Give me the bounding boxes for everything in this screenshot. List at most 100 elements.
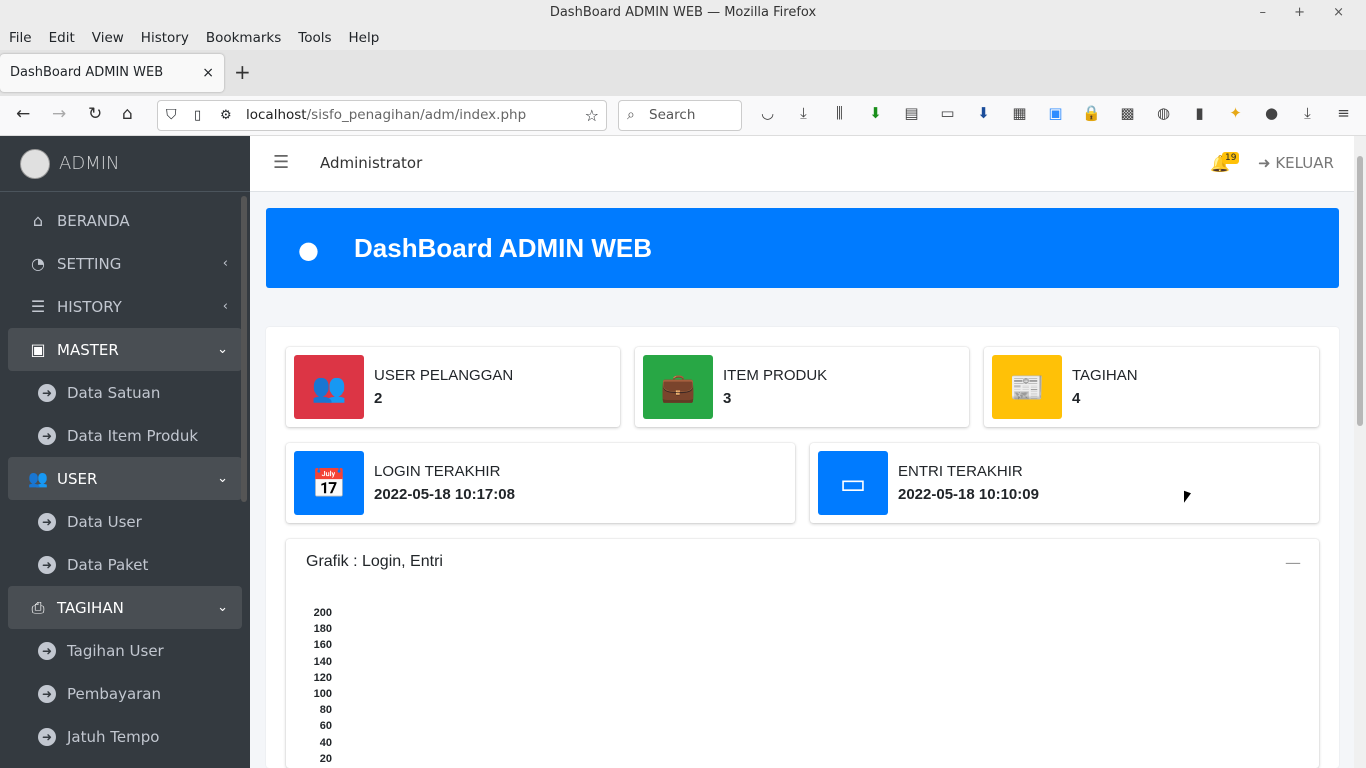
chevron-left-icon: ‹ — [222, 299, 228, 314]
qr-code-icon[interactable]: ▩ — [1116, 104, 1139, 124]
forward-icon[interactable]: → — [52, 104, 66, 124]
sidebar-subitem-label: Data Satuan — [67, 383, 161, 402]
menu-file[interactable]: File — [9, 30, 32, 46]
extension-note-icon[interactable]: ▤ — [900, 104, 923, 124]
menu-help[interactable]: Help — [349, 30, 380, 46]
page-scrollbar-thumb[interactable] — [1357, 156, 1363, 426]
current-user-label: Administrator — [320, 154, 423, 172]
info-box-label: USER PELANGGAN — [374, 367, 514, 384]
sidebar-subitem-data-item-produk[interactable]: ➜ Data Item Produk — [8, 414, 242, 457]
sidebar-subitem-data-paket[interactable]: ➜ Data Paket — [8, 543, 242, 586]
info-box-value: 4 — [1072, 390, 1081, 407]
sidebar-subitem-jatuh-tempo[interactable]: ➜ Jatuh Tempo — [8, 715, 242, 758]
tab-bar: DashBoard ADMIN WEB × + — [0, 50, 1366, 96]
circle-arrow-icon: ➜ — [38, 512, 56, 531]
reload-icon[interactable]: ↻ — [88, 104, 102, 124]
hamburger-menu-icon[interactable]: ☰ — [273, 152, 289, 173]
circle-arrow-icon: ➜ — [38, 727, 56, 746]
extension-box-icon[interactable]: ▮ — [1188, 104, 1211, 124]
sidebar-subitem-data-satuan[interactable]: ➜ Data Satuan — [8, 371, 242, 414]
url-bar[interactable]: ⛉ ▯ ⚙ localhost/sisfo_penagihan/adm/inde… — [157, 100, 607, 131]
extension-green-arrow-icon[interactable]: ⬇ — [864, 104, 887, 124]
permissions-icon[interactable]: ⚙ — [220, 101, 232, 130]
users-icon: 👥 — [28, 469, 48, 488]
info-box-entri-terakhir: ▭ ENTRI TERAKHIR 2022-05-18 10:10:09 — [810, 443, 1319, 523]
sidebar-subitem-label: Tagihan User — [67, 641, 164, 660]
info-box-label: ENTRI TERAKHIR — [898, 463, 1023, 480]
downloads-icon[interactable]: ⤓ — [1296, 104, 1319, 124]
browser-tab[interactable]: DashBoard ADMIN WEB × — [0, 54, 224, 92]
sidebar-subitem-data-user[interactable]: ➜ Data User — [8, 500, 242, 543]
info-box-tagihan: 📰 TAGIHAN 4 — [984, 347, 1319, 427]
circle-arrow-icon: ➜ — [38, 426, 56, 445]
library-icon[interactable]: ⫼ — [828, 104, 851, 124]
logout-button[interactable]: ➜ KELUAR — [1258, 154, 1334, 172]
globe-icon[interactable]: ◍ — [1152, 104, 1175, 124]
sidebar-subitem-label: Data User — [67, 512, 142, 531]
sidebar-subitem-label: Data Paket — [67, 555, 149, 574]
user-icon: ● — [298, 236, 319, 264]
sidebar-item-label: TAGIHAN — [57, 598, 124, 617]
tab-close-icon[interactable]: × — [202, 54, 214, 92]
lock-icon[interactable]: 🔒 — [1080, 104, 1103, 124]
sidebar-item-beranda[interactable]: ⌂ BERANDA — [8, 199, 242, 242]
page-title: DashBoard ADMIN WEB — [354, 233, 653, 263]
extension-grid-icon[interactable]: ▦ — [1008, 104, 1031, 124]
brand[interactable]: ADMIN — [0, 136, 250, 192]
sidebar-item-history[interactable]: ☰ HISTORY ‹ — [8, 285, 242, 328]
notification-badge: 19 — [1222, 152, 1240, 164]
menu-history[interactable]: History — [141, 30, 189, 46]
shield-icon[interactable]: ⛉ — [166, 101, 177, 130]
sidebar-scrollbar[interactable] — [241, 196, 247, 502]
download-icon[interactable]: ⤓ — [792, 104, 815, 124]
bookmark-star-icon[interactable]: ☆ — [585, 101, 599, 130]
collapse-button[interactable]: — — [1285, 553, 1301, 572]
sidebar-subitem-label: Jatuh Tempo — [67, 727, 160, 746]
sidebar-item-user[interactable]: 👥 USER ⌄ — [8, 457, 242, 500]
circle-arrow-icon: ➜ — [38, 641, 56, 660]
info-box-label: LOGIN TERAKHIR — [374, 463, 501, 480]
extension-download-icon[interactable]: ⬇ — [972, 104, 995, 124]
y-tick-label: 160 — [313, 639, 332, 652]
printer-icon: ⎙ — [31, 597, 45, 617]
search-icon: ⌕ — [627, 107, 635, 123]
new-tab-button[interactable]: + — [234, 60, 251, 84]
calendar-icon: 📅 — [294, 451, 364, 515]
back-icon[interactable]: ← — [16, 104, 30, 124]
extension-color-icon[interactable]: ✦ — [1224, 104, 1247, 124]
brand-text: ADMIN — [59, 153, 120, 174]
home-icon: ⌂ — [32, 211, 44, 230]
zoom-icon[interactable]: ▣ — [1044, 104, 1067, 124]
menu-bookmarks[interactable]: Bookmarks — [206, 30, 281, 46]
info-box-value: 2022-05-18 10:10:09 — [898, 486, 1039, 503]
chevron-down-icon: ⌄ — [217, 342, 228, 357]
sidebar-subitem-label: Data Item Produk — [67, 426, 199, 445]
circle-arrow-icon: ➜ — [38, 383, 56, 402]
sidebar-item-setting[interactable]: ◔ SETTING ‹ — [8, 242, 242, 285]
search-input[interactable]: ⌕ Search — [618, 100, 742, 131]
gauge-icon: ◔ — [31, 254, 45, 273]
circle-arrow-icon: ➜ — [38, 684, 56, 703]
top-navbar: ☰ Administrator 🔔 19 ➜ KELUAR — [250, 136, 1354, 192]
briefcase-icon: 💼 — [643, 355, 713, 419]
sidebar: ADMIN ⌂ BERANDA ◔ SETTING ‹ ☰ HISTORY ‹ ▣ MAST… — [0, 136, 250, 768]
menu-edit[interactable]: Edit — [49, 30, 75, 46]
list-icon: ☰ — [30, 297, 46, 316]
sidebar-subitem-pembayaran[interactable]: ➜ Pembayaran — [8, 672, 242, 715]
sidebar-subitem-tagihan-user[interactable]: ➜ Tagihan User — [8, 629, 242, 672]
logout-label: KELUAR — [1275, 154, 1334, 172]
info-box-value: 2022-05-18 10:17:08 — [374, 486, 515, 503]
reader-icon[interactable]: ▭ — [936, 104, 959, 124]
window-controls[interactable]: – + × — [1259, 0, 1356, 26]
sidebar-item-label: BERANDA — [57, 211, 130, 230]
sidebar-item-master[interactable]: ▣ MASTER ⌄ — [8, 328, 242, 371]
page-scrollbar[interactable] — [1354, 136, 1366, 768]
menu-tools[interactable]: Tools — [298, 30, 331, 46]
home-icon[interactable]: ⌂ — [122, 104, 133, 124]
menu-view[interactable]: View — [92, 30, 124, 46]
extension-circle-icon[interactable]: ● — [1260, 104, 1283, 124]
app-menu-icon[interactable]: ≡ — [1332, 104, 1355, 124]
info-box-label: TAGIHAN — [1072, 367, 1138, 384]
sidebar-item-tagihan[interactable]: ⎙ TAGIHAN ⌄ — [8, 586, 242, 629]
pocket-icon[interactable]: ◡ — [756, 104, 779, 124]
